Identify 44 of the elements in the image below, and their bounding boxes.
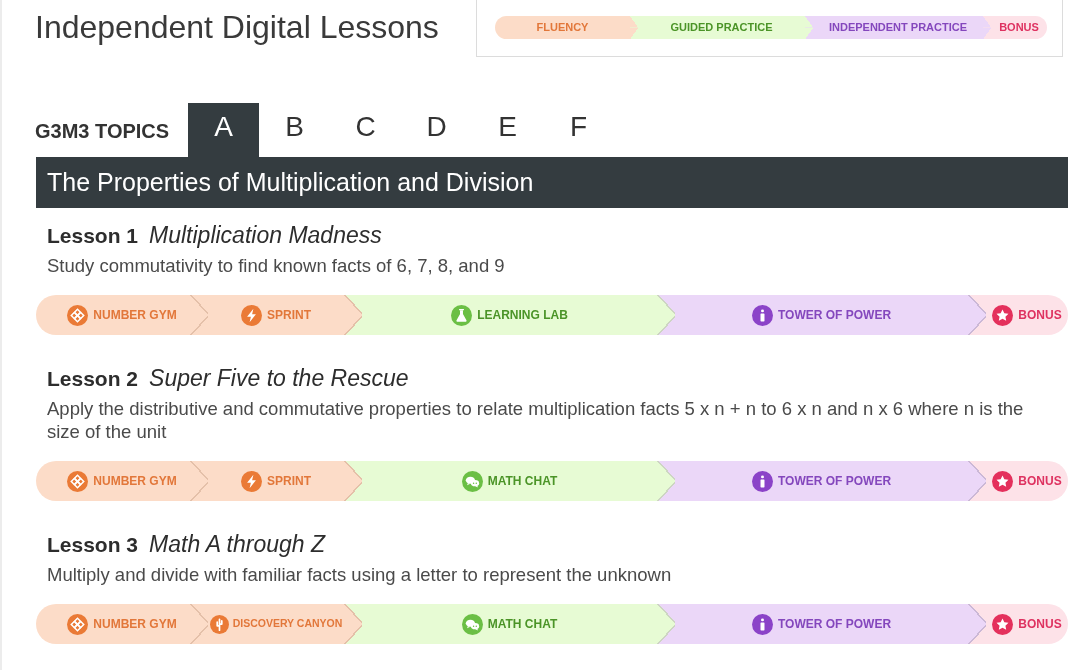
- info-icon: [751, 304, 773, 326]
- legend-item: BONUS: [983, 16, 1047, 39]
- activity-link[interactable]: SPRINT: [190, 461, 344, 501]
- diamond-grid-icon: [67, 613, 89, 635]
- activity-link[interactable]: SPRINT: [190, 295, 344, 335]
- activity-link[interactable]: NUMBER GYM: [36, 604, 190, 644]
- diamond-grid-icon: [67, 304, 89, 326]
- lesson-number: Lesson 2: [47, 366, 139, 392]
- activity-link[interactable]: TOWER OF POWER: [657, 604, 968, 644]
- activity-link[interactable]: TOWER OF POWER: [657, 461, 968, 501]
- lightning-icon: [241, 304, 262, 326]
- diamond-grid-icon: [67, 470, 89, 492]
- activity-link[interactable]: BONUS: [968, 461, 1068, 501]
- lesson-number: Lesson 1: [47, 223, 139, 249]
- lesson-description: Multiply and divide with familiar facts using a letter to represent the unknown: [46, 563, 673, 586]
- flask-icon: [451, 304, 473, 326]
- legend-item: GUIDED PRACTICE: [630, 16, 805, 39]
- activity-link[interactable]: NUMBER GYM: [36, 295, 190, 335]
- lesson-title: Multiplication Madness: [149, 221, 382, 249]
- lesson-title: Math A through Z: [149, 530, 326, 558]
- chat-bubbles-icon: [461, 613, 483, 635]
- info-icon: [751, 613, 773, 635]
- activity-link[interactable]: MATH CHAT: [344, 604, 657, 644]
- page-title: Independent Digital Lessons: [35, 8, 439, 46]
- lesson-description: Apply the distributive and commutative properties to relate multiplication facts 5 x n + n to 6 x n and n x 6 where n is the size of the unit: [46, 397, 1025, 443]
- legend-item: INDEPENDENT PRACTICE: [805, 16, 983, 39]
- legend-item: FLUENCY: [495, 16, 630, 39]
- activity-link[interactable]: MATH CHAT: [344, 461, 657, 501]
- topic-heading: The Properties of Multiplication and Division: [36, 157, 1068, 208]
- activity-link[interactable]: DISCOVERY CANYON: [190, 604, 344, 644]
- activity-link[interactable]: LEARNING LAB: [344, 295, 657, 335]
- activity-link[interactable]: BONUS: [968, 295, 1068, 335]
- cactus-icon: [209, 614, 229, 634]
- lesson-title: Super Five to the Rescue: [149, 364, 409, 392]
- topic-tab[interactable]: A: [188, 103, 259, 157]
- chat-bubbles-icon: [461, 470, 483, 492]
- activity-link[interactable]: TOWER OF POWER: [657, 295, 968, 335]
- lightning-icon: [241, 470, 262, 492]
- activity-link[interactable]: BONUS: [968, 604, 1068, 644]
- activity-link[interactable]: NUMBER GYM: [36, 461, 190, 501]
- lesson-description: Study commutativity to find known facts of 6, 7, 8, and 9: [46, 254, 506, 277]
- topics-label: G3M3 TOPICS: [35, 119, 171, 144]
- info-icon: [751, 470, 773, 492]
- lesson-number: Lesson 3: [47, 532, 139, 558]
